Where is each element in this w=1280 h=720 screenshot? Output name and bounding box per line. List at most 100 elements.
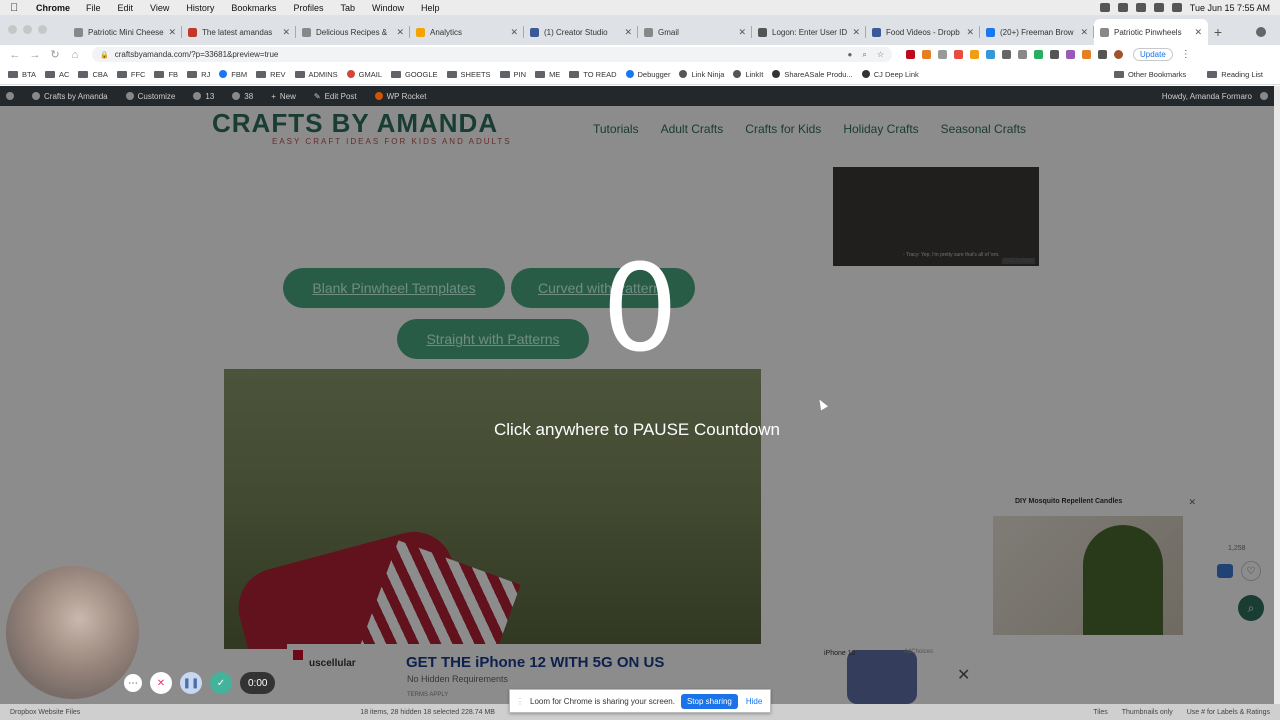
finder-tiles[interactable]: Tiles xyxy=(1093,709,1108,716)
extension-icon[interactable] xyxy=(970,50,979,59)
close-tab-icon[interactable]: ✕ xyxy=(1080,27,1088,38)
bookmark-item[interactable]: BTA xyxy=(8,70,36,79)
bookmark-item[interactable]: Link Ninja xyxy=(679,70,724,79)
home-icon[interactable]: ⌂ xyxy=(68,49,82,61)
browser-tab[interactable]: Delicious Recipes & ✕ xyxy=(296,19,410,45)
bookmark-item[interactable]: ShareASale Produ... xyxy=(772,70,853,79)
bookmark-item[interactable]: FFC xyxy=(116,70,145,79)
wp-site-name[interactable]: Crafts by Amanda xyxy=(32,92,108,101)
bookmark-item[interactable]: ME xyxy=(535,70,560,79)
drag-handle-icon[interactable]: ⋮ xyxy=(516,697,524,706)
menu-tab[interactable]: Tab xyxy=(340,3,355,13)
wp-customize[interactable]: Customize xyxy=(125,92,175,101)
extension-icon[interactable] xyxy=(954,50,963,59)
menu-app-name[interactable]: Chrome xyxy=(36,3,70,13)
extension-icon[interactable] xyxy=(922,50,931,59)
apple-icon[interactable]:  xyxy=(10,2,22,14)
bookmark-item[interactable]: GOOGLE xyxy=(391,70,438,79)
status-icon[interactable] xyxy=(1117,3,1128,12)
extension-icon[interactable] xyxy=(1050,50,1059,59)
bookmark-item[interactable]: REV xyxy=(256,70,286,79)
new-tab-button[interactable]: + xyxy=(1208,19,1228,45)
wp-edit-post[interactable]: ✎ Edit Post xyxy=(314,92,357,101)
extension-icon[interactable] xyxy=(1034,50,1043,59)
browser-tab[interactable]: (20+) Freeman Brow ✕ xyxy=(980,19,1094,45)
menu-file[interactable]: File xyxy=(86,3,101,13)
menu-help[interactable]: Help xyxy=(421,3,440,13)
more-options-icon[interactable]: ⋯ xyxy=(124,674,142,692)
close-tab-icon[interactable]: ✕ xyxy=(738,27,746,38)
wp-logo-icon[interactable] xyxy=(6,92,14,100)
finish-recording-icon[interactable]: ✓ xyxy=(210,672,232,694)
menu-view[interactable]: View xyxy=(150,3,169,13)
close-tab-icon[interactable]: ✕ xyxy=(966,27,974,38)
countdown-number[interactable]: 0 xyxy=(590,250,690,370)
bookmark-star-icon[interactable]: ☆ xyxy=(877,50,884,60)
wp-updates[interactable]: 13 xyxy=(193,92,214,101)
wp-comments[interactable]: 38 xyxy=(232,92,253,101)
extension-icon[interactable] xyxy=(1002,50,1011,59)
bookmark-item[interactable]: FBM xyxy=(219,70,247,79)
bookmark-item[interactable]: AC xyxy=(45,70,69,79)
menu-kebab-icon[interactable]: ⋮ xyxy=(1181,49,1191,60)
profile-avatar[interactable] xyxy=(1114,50,1123,59)
bookmark-item[interactable]: RJ xyxy=(187,70,210,79)
update-button[interactable]: Update xyxy=(1133,48,1173,61)
wp-new[interactable]: + New xyxy=(271,92,296,101)
extension-icon[interactable] xyxy=(906,50,915,59)
maximize-window-button[interactable] xyxy=(38,25,47,34)
bookmark-item[interactable]: SHEETS xyxy=(446,70,491,79)
bookmark-item[interactable]: TO READ xyxy=(569,70,617,79)
menu-history[interactable]: History xyxy=(186,3,214,13)
puzzle-icon[interactable] xyxy=(1098,50,1107,59)
pause-recording-icon[interactable]: ❚❚ xyxy=(180,672,202,694)
extension-icon[interactable] xyxy=(1066,50,1075,59)
close-tab-icon[interactable]: ✕ xyxy=(168,27,176,38)
browser-tab[interactable]: (1) Creator Studio ✕ xyxy=(524,19,638,45)
close-tab-icon[interactable]: ✕ xyxy=(1194,27,1202,38)
close-tab-icon[interactable]: ✕ xyxy=(510,27,518,38)
bookmark-item[interactable]: LinkIt xyxy=(733,70,763,79)
bookmark-item[interactable]: Debugger xyxy=(625,70,670,79)
extension-icon[interactable] xyxy=(1082,50,1091,59)
bookmark-item[interactable]: PIN xyxy=(499,70,526,79)
close-tab-icon[interactable]: ✕ xyxy=(396,27,404,38)
bookmark-item[interactable]: GMAIL xyxy=(346,70,382,79)
clock[interactable]: Tue Jun 15 7:55 AM xyxy=(1190,3,1270,13)
browser-tab[interactable]: Logon: Enter User ID ✕ xyxy=(752,19,866,45)
other-bookmarks[interactable]: Other Bookmarks xyxy=(1113,70,1186,79)
reload-icon[interactable]: ↻ xyxy=(48,48,62,61)
pause-countdown-message[interactable]: Click anywhere to PAUSE Countdown xyxy=(0,420,1274,440)
bookmark-item[interactable]: CJ Deep Link xyxy=(861,70,919,79)
zoom-icon[interactable]: ⌕ xyxy=(862,50,866,60)
browser-tab[interactable]: Gmail ✕ xyxy=(638,19,752,45)
loom-camera-bubble[interactable] xyxy=(6,566,139,699)
menu-edit[interactable]: Edit xyxy=(118,3,134,13)
wifi-icon[interactable] xyxy=(1153,3,1164,12)
browser-tab[interactable]: The latest amandas ✕ xyxy=(182,19,296,45)
user-avatar[interactable] xyxy=(1260,92,1268,100)
address-bar[interactable]: 🔒 craftsbyamanda.com/?p=33681&preview=tr… xyxy=(92,47,892,62)
status-icon[interactable] xyxy=(1099,3,1110,12)
reading-list[interactable]: Reading List xyxy=(1207,70,1263,79)
browser-tab-active[interactable]: Patriotic Pinwheels ✕ xyxy=(1094,19,1208,45)
countdown-overlay[interactable] xyxy=(0,106,1274,704)
browser-tab[interactable]: Patriotic Mini Cheese ✕ xyxy=(68,19,182,45)
hide-button[interactable]: Hide xyxy=(746,697,762,706)
close-tab-icon[interactable]: ✕ xyxy=(282,27,290,38)
close-tab-icon[interactable]: ✕ xyxy=(852,27,860,38)
status-icon[interactable] xyxy=(1135,3,1146,12)
extension-icon[interactable] xyxy=(1018,50,1027,59)
menu-profiles[interactable]: Profiles xyxy=(293,3,323,13)
close-tab-icon[interactable]: ✕ xyxy=(624,27,632,38)
cancel-recording-icon[interactable]: ✕ xyxy=(150,672,172,694)
menu-bookmarks[interactable]: Bookmarks xyxy=(231,3,276,13)
search-icon[interactable] xyxy=(1171,3,1182,12)
bookmark-item[interactable]: FB xyxy=(154,70,178,79)
browser-tab[interactable]: Analytics ✕ xyxy=(410,19,524,45)
bookmark-item[interactable]: CBA xyxy=(78,70,108,79)
browser-tab[interactable]: Food Videos - Dropb ✕ xyxy=(866,19,980,45)
extension-icon[interactable] xyxy=(938,50,947,59)
bookmark-item[interactable]: ADMINS xyxy=(294,70,338,79)
wp-rocket[interactable]: WP Rocket xyxy=(374,92,426,101)
